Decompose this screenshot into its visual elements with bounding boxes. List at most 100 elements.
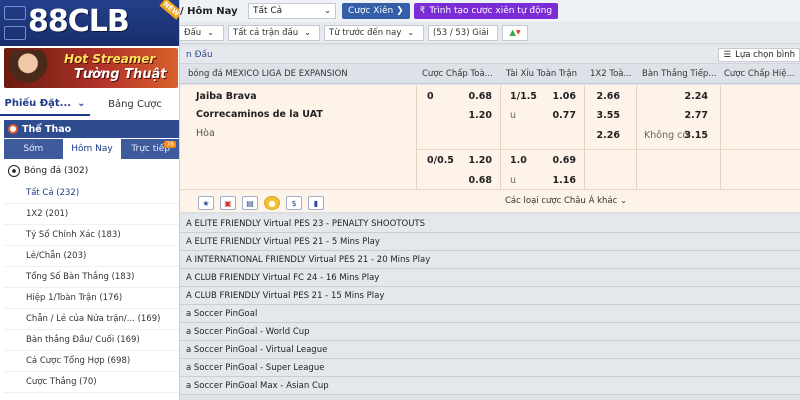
- away-team: Correcaminos de la UAT: [196, 109, 323, 120]
- league-row[interactable]: A INTERNATIONAL FRIENDLY Virtual PES 21 …: [180, 251, 800, 269]
- tab-bet-slip[interactable]: Phiếu Đặt... ⌄: [0, 92, 90, 116]
- sort-down-icon: ▼: [515, 29, 521, 36]
- sort-select[interactable]: Đấu ⌄: [180, 24, 224, 41]
- league-bar-title: n Đấu: [186, 49, 213, 60]
- league-row[interactable]: A ELITE FRIENDLY Virtual PES 23 - PENALT…: [180, 215, 800, 233]
- auto-parlay-button[interactable]: ₹ Trình tạo cược xiên tự động: [413, 3, 559, 19]
- league-list: A ELITE FRIENDLY Virtual PES 23 - PENALT…: [180, 215, 800, 395]
- league-row[interactable]: A ELITE FRIENDLY Virtual PES 21 - 5 Mins…: [180, 233, 800, 251]
- hdp-away-odds-2[interactable]: 0.68: [460, 175, 492, 186]
- sports-header[interactable]: Thể Thao: [4, 120, 179, 138]
- bet-tabs: Phiếu Đặt... ⌄ Bảng Cược: [0, 92, 179, 116]
- ou-over-odds[interactable]: 1.06: [544, 91, 576, 102]
- menu-item-half-odd-even[interactable]: Chẵn / Lẻ của Nửa trận/... (169): [4, 309, 179, 330]
- generator-icon: ₹: [419, 6, 426, 16]
- market-select[interactable]: Tất Cả ⌄: [248, 3, 336, 19]
- col-handicap-half: Cược Chấp Hiệ...: [724, 69, 795, 79]
- match-block: Jaiba Brava Correcaminos de la UAT Hòa 0…: [180, 85, 800, 213]
- promo-banner[interactable]: Hot Streamer Tường Thuật: [4, 48, 178, 88]
- ou-line: 1/1.5: [510, 91, 537, 102]
- time-filter-value: Từ trước đến nay: [329, 27, 402, 38]
- menu-item-first-last-goal[interactable]: Bàn thắng Đầu/ Cuối (169): [4, 330, 179, 351]
- league-row[interactable]: A CLUB FRIENDLY Virtual PES 21 - 15 Mins…: [180, 287, 800, 305]
- tab-label: Bảng Cược: [108, 98, 162, 110]
- next-goal-away-odds[interactable]: 2.77: [676, 110, 708, 121]
- tv-icon[interactable]: ▣: [220, 196, 236, 210]
- chevron-down-icon: ⌄: [407, 28, 415, 37]
- menu-item-half-full[interactable]: Hiệp 1/Toàn Trận (176): [4, 288, 179, 309]
- menu-item-total-goals[interactable]: Tổng Số Bàn Thắng (183): [4, 267, 179, 288]
- divider: [720, 85, 721, 189]
- auto-parlay-label: Trình tạo cược xiên tự động: [429, 6, 553, 16]
- hdp-home-odds[interactable]: 0.68: [460, 91, 492, 102]
- col-league: bóng đá MEXICO LIGA DE EXPANSION: [188, 69, 348, 79]
- league-row[interactable]: a Soccer PinGoal Max - Asian Cup: [180, 377, 800, 395]
- brand-logo[interactable]: 88CLB: [28, 4, 130, 39]
- tab-label: Hôm Nay: [71, 144, 113, 154]
- match-tools: ★ ▣ ▤ ● $ ▮: [198, 196, 330, 210]
- divider: [416, 149, 800, 150]
- x12-away-odds[interactable]: 3.55: [594, 110, 620, 121]
- league-row[interactable]: A CLUB FRIENDLY Virtual FC 24 - 16 Mins …: [180, 269, 800, 287]
- chevron-down-icon: ⌄: [77, 97, 86, 109]
- bet-type-menu: Tất Cả (232) 1X2 (201) Tỷ Số Chính Xác (…: [4, 183, 179, 393]
- league-row[interactable]: a Soccer PinGoal - World Cup: [180, 323, 800, 341]
- parlay-button[interactable]: Cược Xiên ❯: [342, 3, 410, 19]
- home-team: Jaiba Brava: [196, 91, 257, 102]
- hdp-line: 0: [427, 91, 434, 102]
- star-icon[interactable]: ★: [198, 196, 214, 210]
- divider: [416, 85, 417, 189]
- col-next-goal: Bàn Thắng Tiếp...: [642, 69, 717, 79]
- menu-item-all[interactable]: Tất Cả (232): [4, 183, 179, 204]
- tab-early[interactable]: Sớm: [4, 139, 63, 159]
- ou-over-odds-2[interactable]: 0.69: [544, 155, 576, 166]
- league-row[interactable]: a Soccer PinGoal: [180, 305, 800, 323]
- menu-item-outright[interactable]: Cược Thắng (70): [4, 372, 179, 393]
- menu-item-odd-even[interactable]: Lẻ/Chẵn (203): [4, 246, 179, 267]
- league-bar: n Đấu ☰ Lựa chọn bình: [180, 46, 800, 64]
- stats-icon[interactable]: ▤: [242, 196, 258, 210]
- tab-today[interactable]: Hôm Nay: [62, 139, 122, 159]
- tab-bet-list[interactable]: Bảng Cược: [90, 92, 179, 116]
- league-filter-button[interactable]: (53 / 53) Giải: [428, 24, 498, 41]
- menu-icon[interactable]: [4, 6, 26, 20]
- live-count-badge: 76: [164, 141, 177, 148]
- divider: [500, 85, 501, 189]
- ou-under-odds-2[interactable]: 1.16: [544, 175, 576, 186]
- live-icon[interactable]: ●: [264, 196, 280, 210]
- next-goal-home-odds[interactable]: 2.24: [676, 91, 708, 102]
- dollar-icon[interactable]: $: [286, 196, 302, 210]
- x12-draw-odds[interactable]: 2.26: [594, 130, 620, 141]
- time-filter-select[interactable]: Từ trước đến nay ⌄: [324, 24, 424, 41]
- menu-item-1x2[interactable]: 1X2 (201): [4, 204, 179, 225]
- league-row[interactable]: a Soccer PinGoal - Super League: [180, 359, 800, 377]
- pick-label: Lựa chọn bình: [735, 50, 795, 60]
- sidebar-item-soccer[interactable]: Bóng đá (302): [4, 161, 179, 181]
- divider: [636, 85, 637, 189]
- no-goal-odds[interactable]: 3.15: [682, 130, 708, 141]
- pick-options-button[interactable]: ☰ Lựa chọn bình: [718, 48, 800, 62]
- sports-ball-icon: [8, 124, 18, 134]
- x12-home-odds[interactable]: 2.66: [594, 91, 620, 102]
- tab-label: Phiếu Đặt...: [4, 97, 72, 109]
- ou-under-odds[interactable]: 0.77: [544, 110, 576, 121]
- hdp-home-odds-2[interactable]: 1.20: [460, 155, 492, 166]
- chevron-down-icon: ⌄: [207, 28, 214, 37]
- menu-item-correct-score[interactable]: Tỷ Số Chính Xác (183): [4, 225, 179, 246]
- ou-under-label-2: u: [510, 175, 517, 186]
- soccer-ball-icon: [8, 165, 20, 177]
- hdp-away-odds[interactable]: 1.20: [460, 110, 492, 121]
- more-asian-bets-link[interactable]: Các loại cược Châu Á khác ⌄: [505, 196, 627, 206]
- col-over-under: Tài Xỉu Toàn Trận: [506, 69, 578, 79]
- breadcrumb: / Hôm Nay: [180, 5, 238, 17]
- league-row[interactable]: a Soccer PinGoal - Virtual League: [180, 341, 800, 359]
- menu-item-mix-parlay[interactable]: Cá Cược Tổng Hợp (698): [4, 351, 179, 372]
- tab-live[interactable]: Trực tiếp 76: [121, 139, 179, 159]
- sidebar: 88CLB NEW Hot Streamer Tường Thuật Phiếu…: [0, 0, 180, 400]
- menu-icon[interactable]: [4, 26, 26, 40]
- sort-order-button[interactable]: ▲ ▼: [502, 24, 528, 41]
- ou-line-2: 1.0: [510, 155, 527, 166]
- match-filter-select[interactable]: Tất cả trận đấu ⌄: [228, 24, 320, 41]
- time-tabs: Sớm Hôm Nay Trực tiếp 76: [4, 139, 179, 159]
- chart-icon[interactable]: ▮: [308, 196, 324, 210]
